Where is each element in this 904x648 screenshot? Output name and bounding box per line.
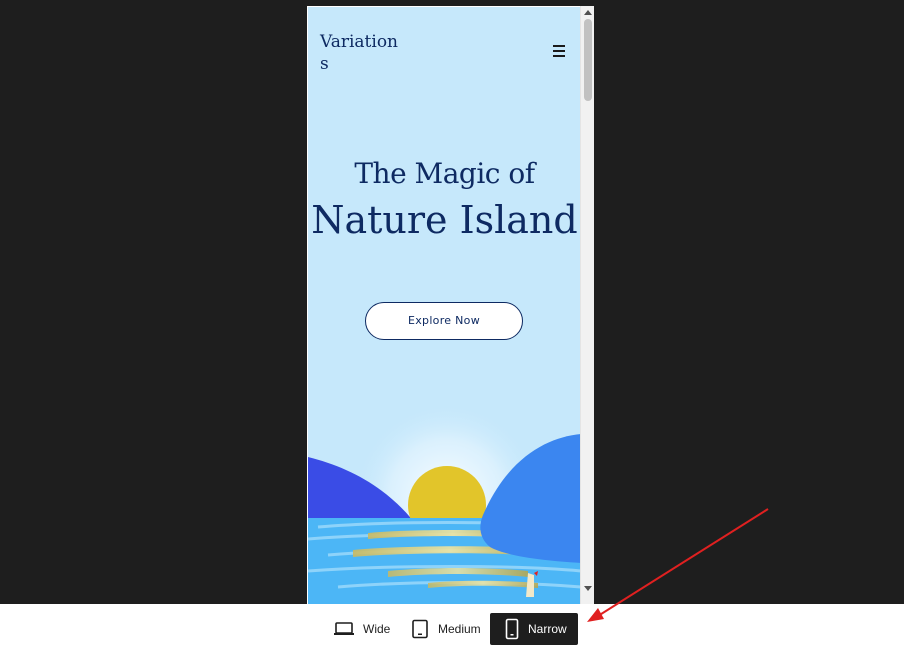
phone-icon [505, 618, 519, 640]
hero-subtitle: The Magic of [354, 157, 535, 190]
hero-title: Nature Island [311, 198, 578, 242]
tablet-icon [412, 619, 428, 639]
scroll-up-arrow-icon[interactable] [584, 10, 592, 15]
preview-frame: Variations The Magic of Nature Island Ex… [307, 6, 594, 604]
medium-button[interactable]: Medium [410, 613, 481, 645]
island-illustration [308, 402, 581, 604]
site-title[interactable]: Variations [320, 31, 400, 75]
site-preview[interactable]: Variations The Magic of Nature Island Ex… [308, 7, 581, 604]
laptop-icon [334, 622, 354, 635]
narrow-button[interactable]: Narrow [490, 613, 578, 645]
explore-now-button[interactable]: Explore Now [365, 302, 523, 340]
wide-label: Wide [363, 622, 391, 636]
scroll-thumb[interactable] [584, 19, 592, 101]
device-preview-toolbar: Wide Medium Narrow [0, 604, 904, 648]
scroll-down-arrow-icon[interactable] [584, 586, 592, 591]
hamburger-menu-icon[interactable] [553, 45, 565, 57]
preview-scrollbar[interactable] [580, 6, 594, 604]
wide-button[interactable]: Wide [333, 613, 390, 645]
medium-label: Medium [438, 622, 481, 636]
narrow-label: Narrow [528, 622, 567, 636]
